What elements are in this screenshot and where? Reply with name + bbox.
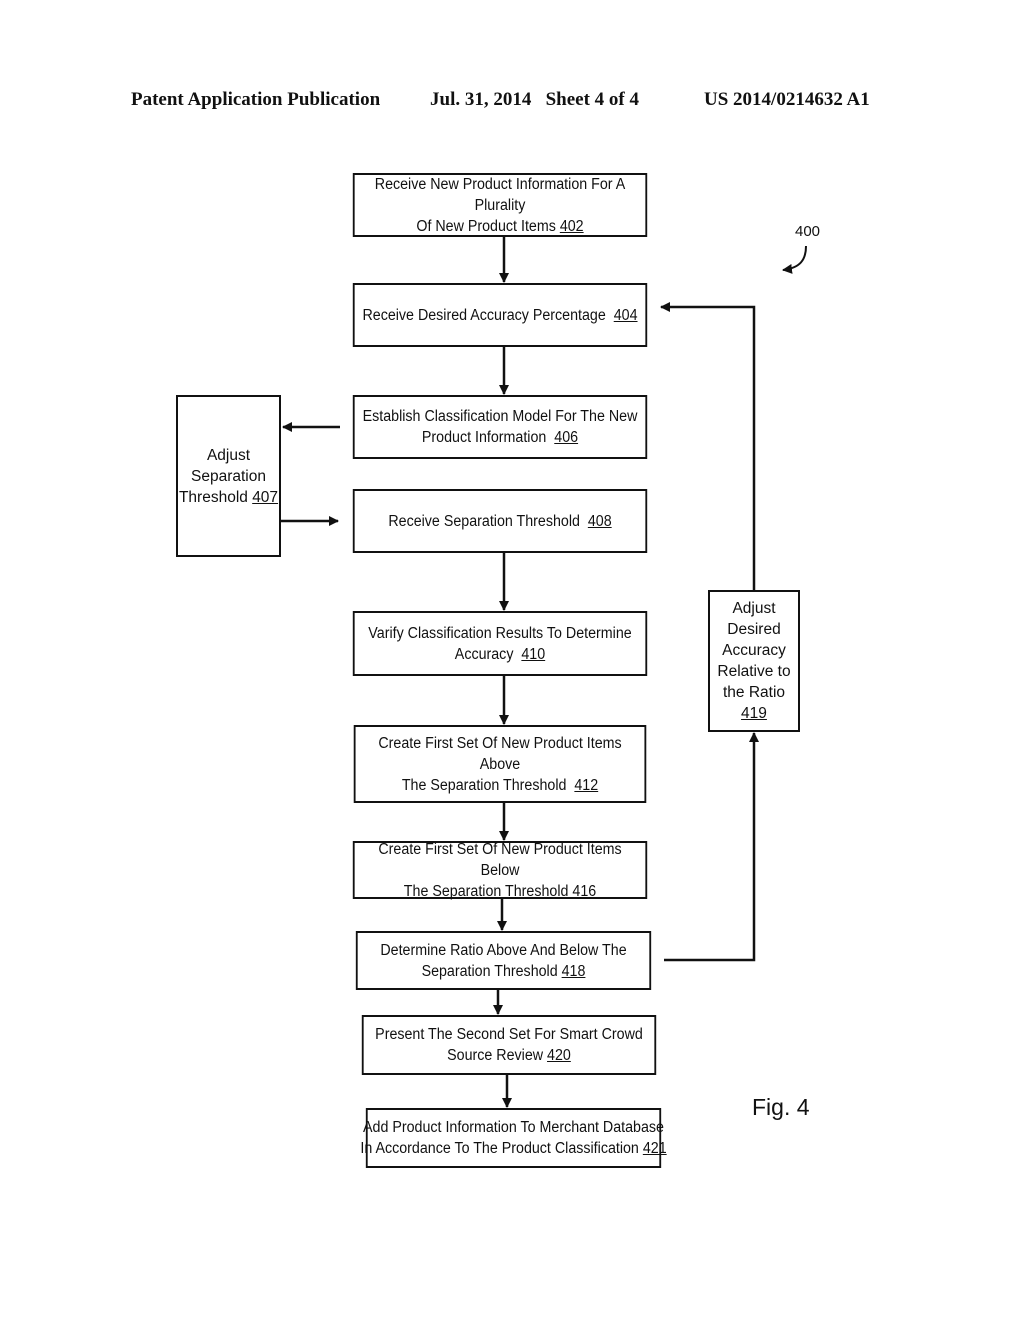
step-419-line5: the Ratio [722, 684, 786, 701]
step-406-ref: 406 [554, 429, 579, 446]
step-407-ref: 407 [252, 488, 279, 506]
step-402-box: Receive New Product Information For A Pl… [352, 173, 648, 237]
ref-400-leader [782, 245, 807, 274]
step-404-line1: Receive Desired Accuracy Percentage [362, 306, 614, 324]
figure-reference-number: 400 [795, 223, 821, 240]
step-412-line2: The Separation Threshold [401, 776, 575, 794]
step-410-line2: Accuracy [454, 645, 522, 663]
step-407-box: Adjust Separation Threshold 407 [176, 395, 281, 557]
step-410-ref: 410 [521, 645, 546, 663]
step-420-box: Present The Second Set For Smart Crowd So… [361, 1015, 657, 1075]
step-419-line1: Adjust [732, 600, 776, 617]
step-421-ref: 421 [642, 1140, 667, 1157]
step-421-line1: Add Product Information To Merchant Data… [363, 1119, 664, 1136]
step-407-line3: Threshold [178, 488, 253, 506]
figure-label: Fig. 4 [752, 1094, 810, 1120]
step-402-line2: Of New Product Items [416, 217, 560, 235]
step-402-ref: 402 [559, 217, 584, 235]
step-404-box: Receive Desired Accuracy Percentage 404 [352, 283, 648, 347]
step-408-line1: Receive Separation Threshold [388, 512, 588, 530]
step-406-line2: Product Information [421, 429, 555, 446]
step-406-line1: Establish Classification Model For The N… [362, 408, 638, 425]
arrow-419-404 [660, 302, 756, 590]
step-418-box: Determine Ratio Above And Below The Separ… [355, 931, 652, 990]
step-420-ref: 420 [547, 1047, 571, 1064]
step-419-line4: Relative to [717, 663, 791, 680]
step-412-box: Create First Set Of New Product Items Ab… [353, 725, 647, 803]
step-408-ref: 408 [587, 512, 612, 530]
step-416-box: Create First Set Of New Product Items Be… [352, 840, 648, 900]
step-421-line2: In Accordance To The Product Classificat… [360, 1140, 643, 1157]
step-420-line1: Present The Second Set For Smart Crowd [375, 1026, 643, 1043]
step-420-line2: Source Review [447, 1047, 548, 1064]
step-407-line2: Separation [191, 467, 266, 485]
step-419-ref: 419 [741, 705, 767, 722]
step-421-box: Add Product Information To Merchant Data… [360, 1108, 667, 1168]
step-407-line1: Adjust [206, 446, 251, 464]
step-412-ref: 412 [574, 776, 599, 794]
step-418-ref: 418 [561, 962, 586, 980]
step-406-box: Establish Classification Model For The N… [352, 395, 648, 459]
step-412-line1: Create First Set Of New Product Items Ab… [378, 734, 622, 773]
step-416-line1: Create First Set Of New Product Items Be… [378, 840, 622, 879]
step-410-box: Varify Classification Results To Determi… [352, 611, 648, 676]
step-418-line2: Separation Threshold [421, 962, 562, 980]
step-419-line3: Accuracy [722, 642, 786, 659]
step-416-ref: 416 [572, 882, 597, 900]
step-408-box: Receive Separation Threshold 408 [352, 489, 648, 553]
step-419-line2: Desired [727, 621, 781, 638]
step-410-line1: Varify Classification Results To Determi… [368, 624, 632, 642]
arrow-418-419 [664, 732, 759, 962]
step-402-line1: Receive New Product Information For A Pl… [374, 175, 626, 214]
step-419-box: Adjust Desired Accuracy Relative to the Rati… [708, 590, 800, 732]
step-418-line1: Determine Ratio Above And Below The [380, 941, 627, 959]
step-416-line2: The Separation Threshold [403, 882, 573, 900]
step-404-ref: 404 [613, 306, 638, 324]
